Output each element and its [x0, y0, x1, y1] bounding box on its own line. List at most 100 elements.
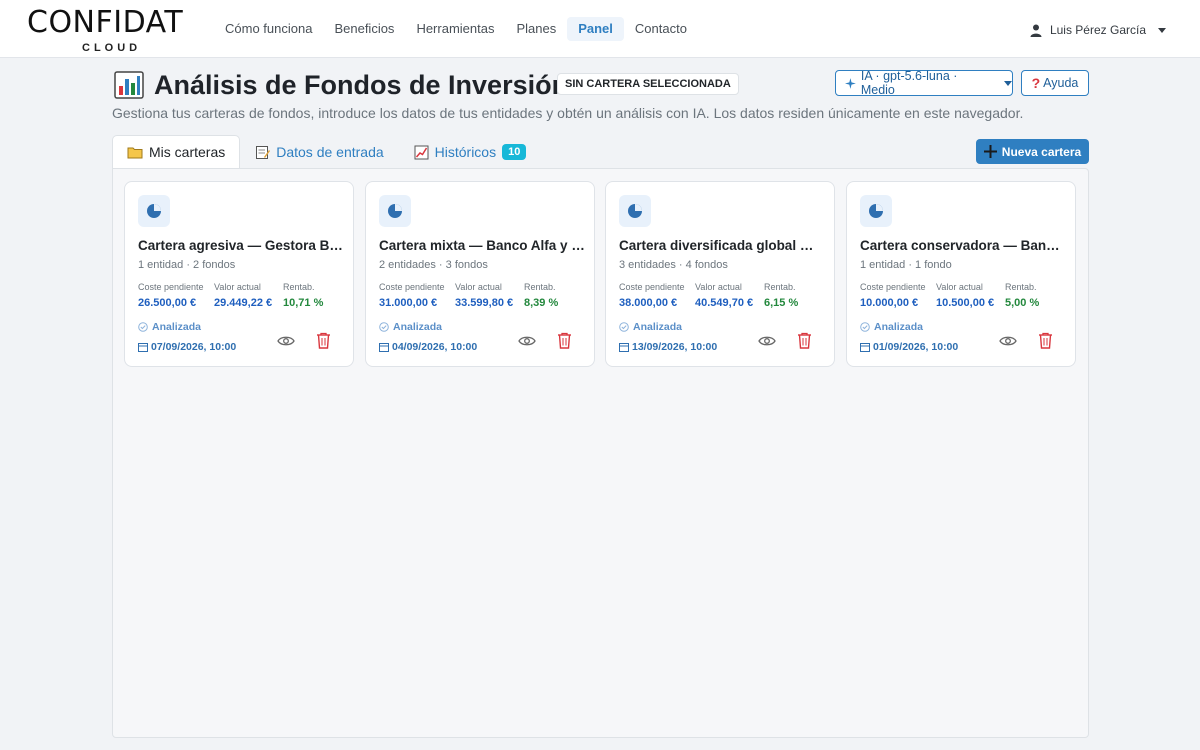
- kpi-value: 10,71 %: [283, 297, 324, 309]
- eye-icon[interactable]: [999, 334, 1017, 348]
- portfolio-meta: 1 entidad · 1 fondo: [860, 259, 952, 271]
- eye-icon[interactable]: [758, 334, 776, 348]
- portfolio-card[interactable]: Cartera mixta — Banco Alfa y … 2 entidad…: [365, 181, 595, 367]
- plus-icon: [983, 145, 997, 158]
- trash-icon[interactable]: [797, 332, 812, 349]
- kpi-return: Rentab. 8,39 %: [524, 282, 558, 310]
- kpi-label: Valor actual: [214, 282, 261, 292]
- portfolio-meta: 1 entidad · 2 fondos: [138, 259, 236, 271]
- analyzed-status: Analizada: [379, 321, 442, 333]
- pie-chart-icon: [138, 195, 170, 227]
- analyzed-status: Analizada: [860, 321, 923, 333]
- kpi-label: Rentab.: [764, 282, 796, 292]
- kpi-cost: Coste pendiente 10.000,00 €: [860, 282, 926, 310]
- page-subtitle: Gestiona tus carteras de fondos, introdu…: [112, 105, 1024, 121]
- brand-logo[interactable]: CONFIDAT CLOUD: [27, 6, 192, 55]
- kpi-value: 29.449,22 €: [214, 297, 273, 309]
- analysis-date: 01/09/2026, 10:00: [860, 341, 958, 353]
- kpi-value: 33.599,80 €: [455, 297, 514, 309]
- kpi-label: Rentab.: [524, 282, 556, 292]
- calendar-icon: [860, 343, 870, 352]
- user-name: Luis Pérez García: [1049, 23, 1146, 37]
- eye-icon[interactable]: [518, 334, 536, 348]
- eye-icon[interactable]: [277, 334, 295, 348]
- portfolio-title: Cartera mixta — Banco Alfa y …: [379, 238, 585, 253]
- nav-link-como-funciona[interactable]: Cómo funciona: [214, 17, 323, 41]
- kpi-value-current: Valor actual 29.449,22 €: [214, 282, 272, 310]
- question-icon: ?: [1031, 75, 1041, 91]
- nav-link-planes[interactable]: Planes: [505, 17, 567, 41]
- kpi-label: Valor actual: [695, 282, 742, 292]
- calendar-icon: [619, 343, 629, 352]
- date-text: 07/09/2026, 10:00: [151, 341, 237, 353]
- portfolio-title: Cartera conservadora — Banco…: [860, 238, 1066, 253]
- portfolio-card[interactable]: Cartera diversificada global — … 3 entid…: [605, 181, 835, 367]
- analysis-date: 04/09/2026, 10:00: [379, 341, 477, 353]
- portfolio-meta: 3 entidades · 4 fondos: [619, 259, 728, 271]
- tabs: Mis carteras Datos de entrada Históricos…: [112, 135, 541, 169]
- tab-count-badge: 10: [502, 144, 527, 160]
- portfolio-card[interactable]: Cartera conservadora — Banco… 1 entidad …: [846, 181, 1076, 367]
- portfolio-title: Cartera agresiva — Gestora Beta: [138, 238, 344, 253]
- analysis-date: 07/09/2026, 10:00: [138, 341, 236, 353]
- portfolio-meta: 2 entidades · 3 fondos: [379, 259, 488, 271]
- date-text: 01/09/2026, 10:00: [873, 341, 959, 353]
- calendar-icon: [379, 343, 389, 352]
- trash-icon[interactable]: [1038, 332, 1053, 349]
- status-text: Analizada: [393, 321, 443, 333]
- kpi-value: 10.000,00 €: [860, 297, 919, 309]
- pie-chart-icon: [860, 195, 892, 227]
- user-menu[interactable]: Luis Pérez García: [1030, 20, 1166, 40]
- tab-label: Datos de entrada: [276, 144, 384, 160]
- portfolio-card[interactable]: Cartera agresiva — Gestora Beta 1 entida…: [124, 181, 354, 367]
- tab-label: Históricos: [434, 144, 497, 160]
- kpi-value: 10.500,00 €: [936, 297, 995, 309]
- kpi-return: Rentab. 6,15 %: [764, 282, 798, 310]
- analyzed-status: Analizada: [619, 321, 682, 333]
- kpi-value: 31.000,00 €: [379, 297, 438, 309]
- calendar-icon: [138, 343, 148, 352]
- pie-chart-icon: [619, 195, 651, 227]
- kpi-value: 8,39 %: [524, 297, 559, 309]
- user-icon: [1030, 24, 1042, 37]
- top-navbar: CONFIDAT CLOUD Cómo funciona Beneficios …: [0, 0, 1200, 58]
- new-portfolio-label: Nueva cartera: [1001, 144, 1082, 159]
- help-label: Ayuda: [1043, 76, 1079, 90]
- trash-icon[interactable]: [557, 332, 572, 349]
- kpi-value-current: Valor actual 10.500,00 €: [936, 282, 994, 310]
- kpi-value: 40.549,70 €: [695, 297, 754, 309]
- tab-datos-de-entrada[interactable]: Datos de entrada: [240, 135, 398, 169]
- page-title: Análisis de Fondos de Inversión: [154, 70, 569, 100]
- portfolio-title: Cartera diversificada global — …: [619, 238, 825, 253]
- nav-link-contacto[interactable]: Contacto: [624, 17, 698, 41]
- pie-chart-icon: [379, 195, 411, 227]
- kpi-label: Coste pendiente: [619, 282, 685, 292]
- chevron-down-icon: [1004, 80, 1012, 86]
- tab-label: Mis carteras: [149, 144, 226, 160]
- analysis-date: 13/09/2026, 10:00: [619, 341, 717, 353]
- date-text: 04/09/2026, 10:00: [392, 341, 478, 353]
- kpi-cost: Coste pendiente 31.000,00 €: [379, 282, 445, 310]
- check-circle-icon: [379, 322, 389, 332]
- kpi-value: 26.500,00 €: [138, 297, 197, 309]
- trash-icon[interactable]: [316, 332, 331, 349]
- kpi-label: Rentab.: [1005, 282, 1037, 292]
- help-button[interactable]: ? Ayuda: [1021, 70, 1089, 96]
- check-circle-icon: [860, 322, 870, 332]
- tab-historicos[interactable]: Históricos 10: [399, 135, 542, 169]
- chevron-down-icon: [1158, 27, 1166, 33]
- kpi-label: Coste pendiente: [138, 282, 204, 292]
- new-portfolio-button[interactable]: Nueva cartera: [976, 139, 1089, 164]
- tab-mis-carteras[interactable]: Mis carteras: [112, 135, 241, 169]
- brand-sub: CLOUD: [82, 42, 142, 54]
- nav-link-beneficios[interactable]: Beneficios: [323, 17, 405, 41]
- status-text: Analizada: [152, 321, 202, 333]
- ai-model-dropdown[interactable]: IA · gpt-5.6-luna · Medio: [835, 69, 1013, 97]
- folder-icon: [127, 147, 143, 158]
- ai-model-label: IA · gpt-5.6-luna · Medio: [860, 69, 958, 97]
- sparkle-icon: [845, 77, 856, 89]
- chart-line-icon: [414, 145, 429, 159]
- nav-link-herramientas[interactable]: Herramientas: [405, 17, 505, 41]
- nav-link-panel[interactable]: Panel: [567, 17, 624, 41]
- check-circle-icon: [138, 322, 148, 332]
